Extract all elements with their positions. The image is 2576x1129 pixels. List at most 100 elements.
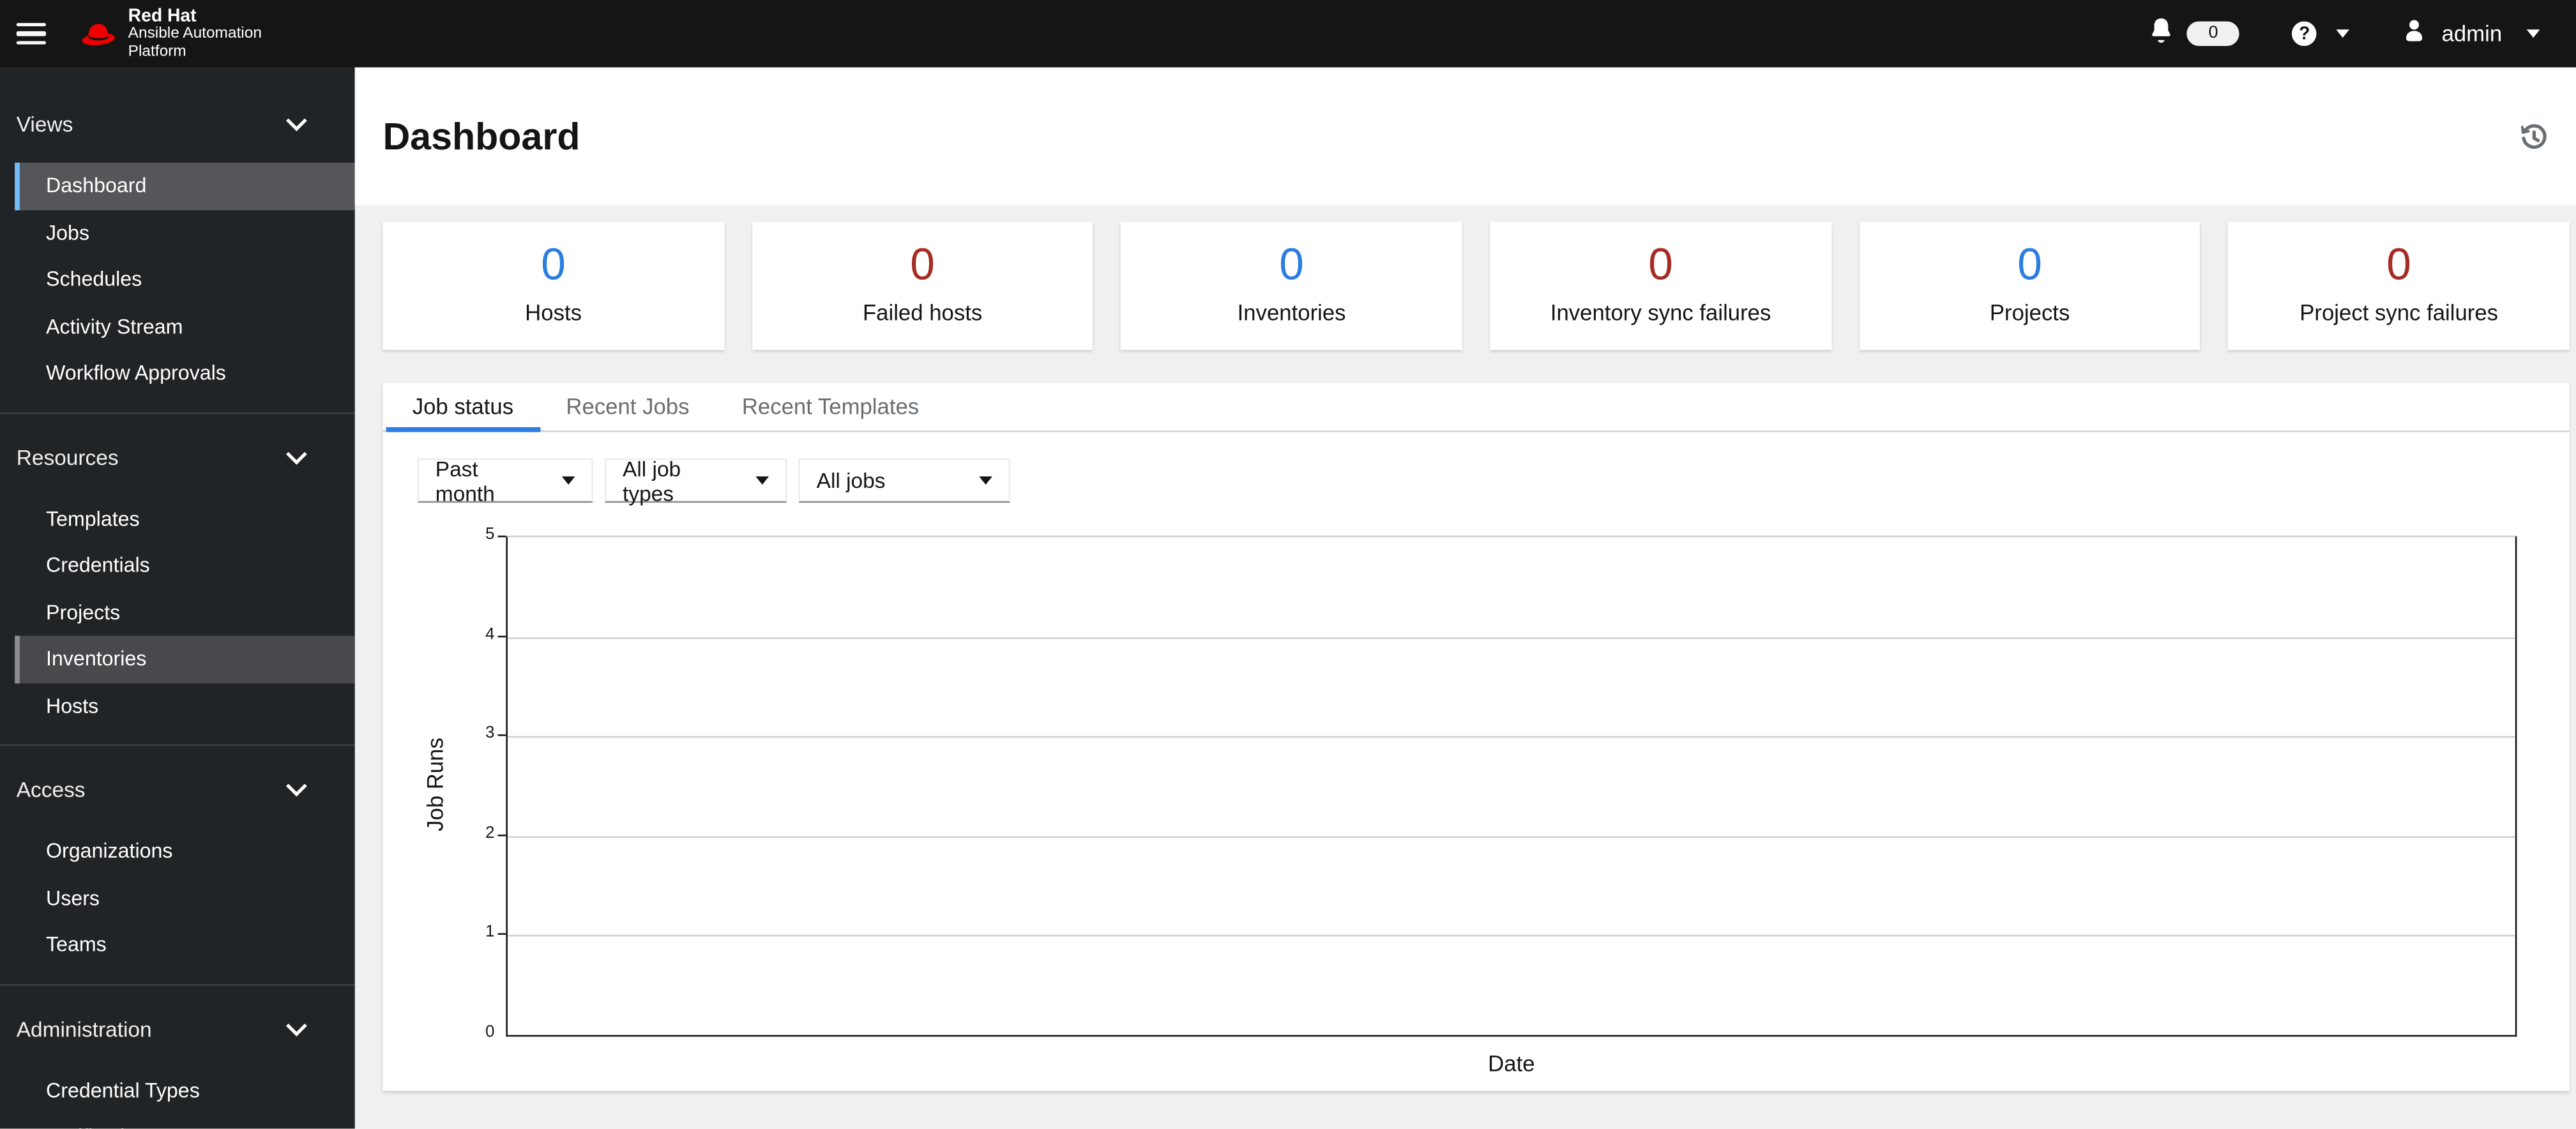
card-failed-hosts[interactable]: 0 Failed hosts (752, 222, 1093, 350)
card-inventory-sync-failures[interactable]: 0 Inventory sync failures (1490, 222, 1831, 350)
notifications-button[interactable]: 0 (2149, 15, 2240, 52)
notifications-count-badge: 0 (2186, 21, 2240, 47)
card-label: Hosts (525, 300, 582, 326)
sidebar-item-credential-types[interactable]: Credential Types (15, 1067, 355, 1114)
nav-section-label: Administration (16, 1016, 152, 1041)
y-axis-label: Job Runs (423, 738, 448, 831)
summary-cards-row: 0 Hosts 0 Failed hosts 0 Inventories 0 I… (383, 222, 2570, 350)
brand-text: Red Hat Ansible Automation Platform (128, 6, 262, 61)
chevron-down-icon (2526, 29, 2540, 38)
chevron-down-icon (755, 476, 769, 485)
nav-toggle-button[interactable] (16, 22, 47, 45)
card-count: 0 (2386, 239, 2411, 289)
sidebar-item-schedules[interactable]: Schedules (15, 256, 355, 303)
redhat-fedora-icon (79, 18, 118, 49)
tab-recent-jobs[interactable]: Recent Jobs (540, 383, 715, 432)
y-tick-mark (497, 734, 506, 737)
sidebar-item-hosts[interactable]: Hosts (15, 683, 355, 729)
y-tick-label: 4 (485, 625, 495, 644)
y-tick-mark (497, 635, 506, 637)
card-label: Project sync failures (2299, 300, 2499, 326)
card-label: Inventory sync failures (1550, 300, 1771, 326)
brand-logo: Red Hat Ansible Automation Platform (79, 6, 262, 61)
job-filter-select-value: All jobs (816, 468, 886, 493)
sidebar-item-workflow-approvals[interactable]: Workflow Approvals (15, 350, 355, 397)
card-count: 0 (1279, 239, 1304, 289)
masthead-actions: 0 ? admin (2149, 15, 2540, 52)
nav-section-resources-toggle[interactable]: Resources (0, 443, 355, 472)
y-tick-mark (497, 535, 506, 538)
tab-recent-templates[interactable]: Recent Templates (716, 383, 946, 432)
gridline (507, 736, 2515, 738)
bell-icon (2149, 15, 2174, 52)
brand-name: Red Hat (128, 6, 197, 27)
page-title: Dashboard (383, 114, 580, 157)
user-icon (2402, 17, 2427, 50)
dashboard-content: 0 Hosts 0 Failed hosts 0 Inventories 0 I… (355, 206, 2576, 1091)
sidebar-nav: Views Dashboard Jobs Schedules Activity … (0, 67, 355, 1129)
card-count: 0 (910, 239, 935, 289)
chevron-down-icon (285, 110, 307, 132)
nav-section-label: Access (16, 777, 86, 802)
sidebar-item-organizations[interactable]: Organizations (15, 828, 355, 875)
sidebar-item-jobs[interactable]: Jobs (15, 209, 355, 256)
history-icon (2520, 123, 2549, 156)
sidebar-item-users[interactable]: Users (15, 875, 355, 921)
sidebar-item-notifications[interactable]: Notifications (15, 1114, 355, 1128)
gridline (507, 935, 2515, 937)
nav-section-administration: Administration Credential Types Notifica… (0, 985, 355, 1128)
period-select[interactable]: Past month (417, 456, 593, 505)
chart-plot-area (506, 535, 2517, 1037)
sidebar-item-projects[interactable]: Projects (15, 589, 355, 635)
help-menu-button[interactable]: ? (2292, 21, 2350, 47)
gridline (507, 835, 2515, 838)
card-label: Projects (1989, 300, 2070, 326)
chevron-down-icon (2336, 29, 2350, 38)
job-filter-select[interactable]: All jobs (798, 458, 1011, 503)
product-name-line2: Platform (128, 42, 186, 60)
sidebar-item-inventories[interactable]: Inventories (15, 635, 355, 683)
nav-section-resources: Resources Templates Credentials Projects… (0, 413, 355, 746)
main-content: Dashboard 0 Hosts 0 Failed hosts 0 Inven… (354, 67, 2576, 1128)
card-project-sync-failures[interactable]: 0 Project sync failures (2228, 222, 2570, 350)
tabs-bar: Job status Recent Jobs Recent Templates (383, 383, 2570, 432)
chevron-down-icon (285, 1014, 307, 1036)
nav-section-access-toggle[interactable]: Access (0, 775, 355, 805)
chevron-down-icon (561, 476, 575, 485)
nav-section-views-toggle[interactable]: Views (0, 110, 355, 139)
job-type-select-value: All job types (623, 455, 681, 506)
nav-section-label: Resources (16, 444, 119, 469)
card-label: Failed hosts (862, 300, 983, 326)
y-tick-label: 1 (485, 923, 495, 943)
app-root: Red Hat Ansible Automation Platform 0 ? (0, 0, 2576, 1129)
sidebar-item-teams[interactable]: Teams (15, 921, 355, 968)
chevron-down-icon (285, 443, 307, 464)
masthead: Red Hat Ansible Automation Platform 0 ? (0, 0, 2576, 68)
sidebar-item-credentials[interactable]: Credentials (15, 542, 355, 589)
nav-section-administration-toggle[interactable]: Administration (0, 1014, 355, 1044)
username-label: admin (2441, 21, 2503, 47)
nav-section-views: Views Dashboard Jobs Schedules Activity … (0, 67, 355, 414)
tab-job-status[interactable]: Job status (386, 383, 540, 432)
nav-section-access: Access Organizations Users Teams (0, 746, 355, 985)
chevron-down-icon (285, 775, 307, 797)
product-name-line1: Ansible Automation (128, 24, 262, 43)
card-label: Inventories (1237, 300, 1346, 326)
card-inventories[interactable]: 0 Inventories (1121, 222, 1462, 350)
user-menu-button[interactable]: admin (2402, 17, 2540, 50)
y-tick-label: 5 (485, 526, 495, 544)
chart-filters: Past month All job types All jobs (417, 455, 2569, 506)
job-type-select[interactable]: All job types (604, 455, 787, 506)
nav-section-label: Views (16, 111, 73, 137)
refresh-history-button[interactable] (2520, 123, 2549, 151)
card-hosts[interactable]: 0 Hosts (383, 222, 724, 350)
y-tick-label: 0 (485, 1023, 495, 1042)
y-tick-label: 3 (485, 725, 495, 743)
job-status-panel: Job status Recent Jobs Recent Templates … (383, 383, 2570, 1091)
y-tick-label: 2 (485, 824, 495, 843)
sidebar-item-activity-stream[interactable]: Activity Stream (15, 303, 355, 350)
card-projects[interactable]: 0 Projects (1859, 222, 2201, 350)
sidebar-item-templates[interactable]: Templates (15, 496, 355, 542)
sidebar-item-dashboard[interactable]: Dashboard (15, 162, 355, 210)
card-count: 0 (1648, 239, 1673, 289)
